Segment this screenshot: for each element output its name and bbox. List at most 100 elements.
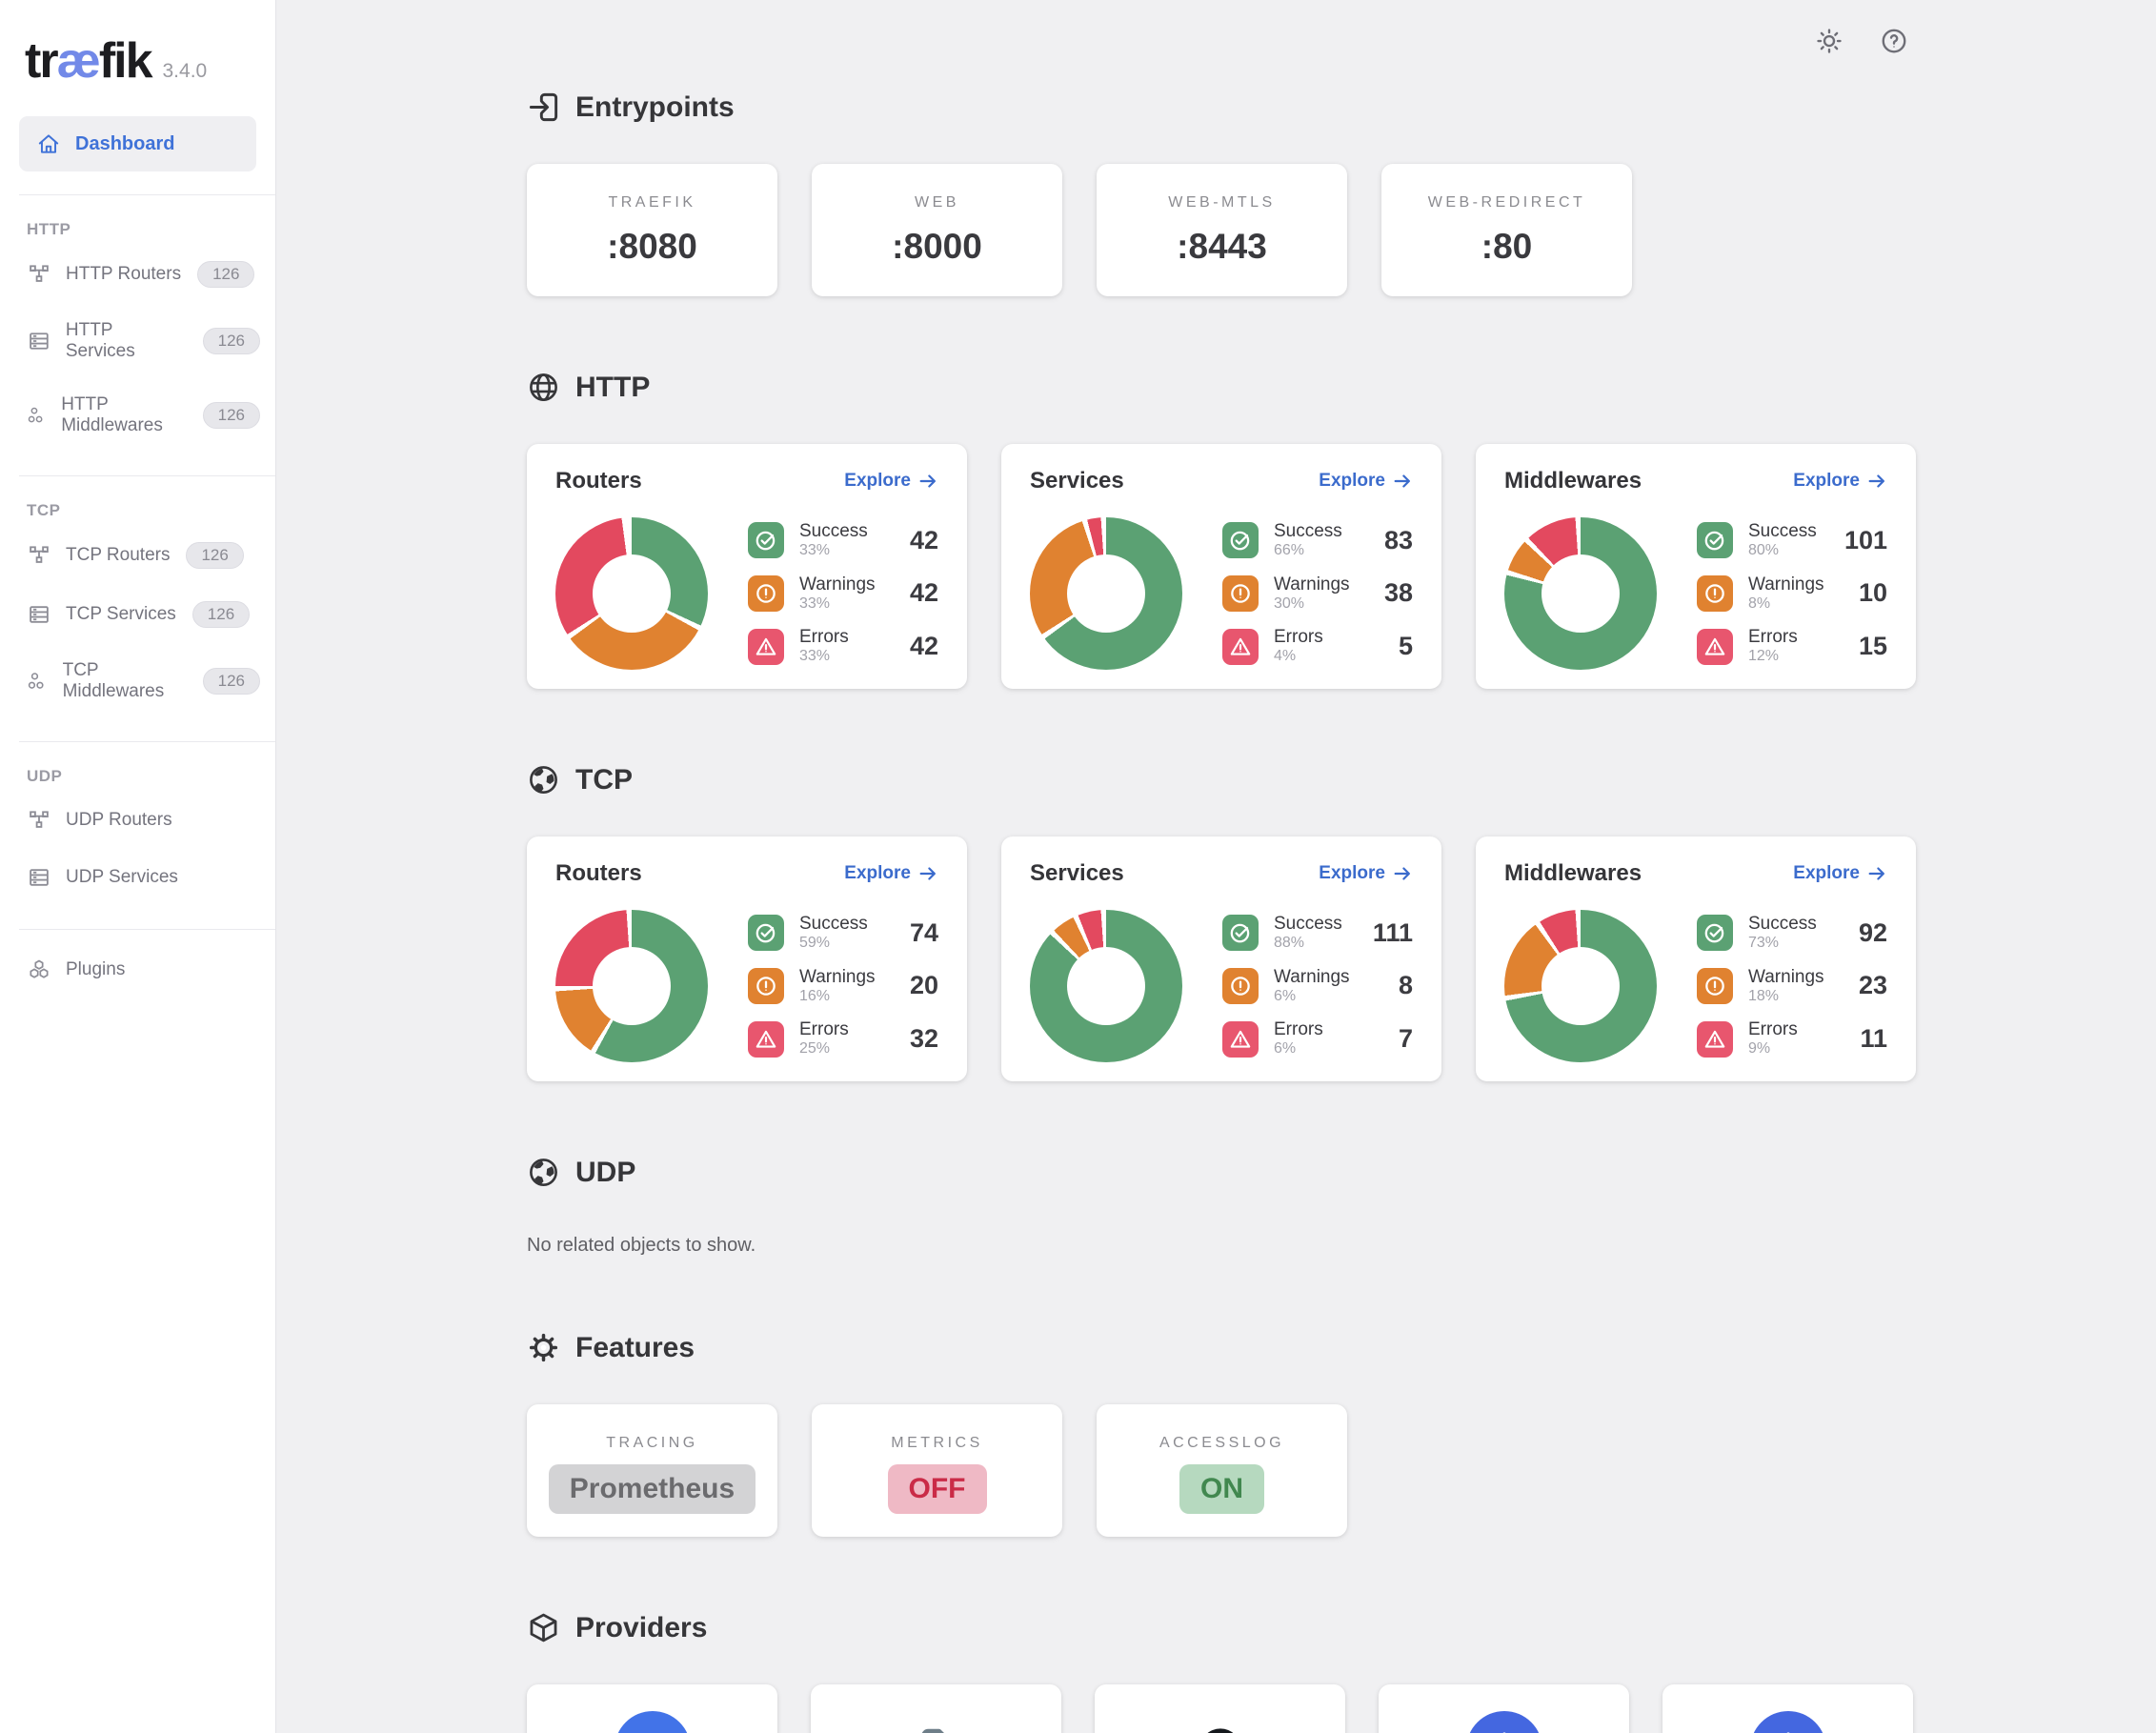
stat-errors: Errors33% 42 [748,628,938,665]
sidebar-item-dashboard[interactable]: Dashboard [19,116,256,171]
sidebar-item-tcp-services[interactable]: TCP Services 126 [0,585,275,644]
sidebar-item-label: Dashboard [75,133,174,155]
error-icon [1222,1021,1259,1058]
section-title: Providers [575,1612,707,1644]
stat-value: 10 [1859,578,1887,608]
stat-warnings: Warnings8% 10 [1697,575,1887,613]
success-icon [1697,915,1733,951]
sidebar-item-label: UDP Routers [66,810,172,831]
count-badge: 126 [186,542,243,569]
entrypoint-card-traefik: TRAEFIK :8080 [527,164,777,296]
feature-name: TRACING [527,1435,777,1452]
service-icon [27,865,51,890]
stat-value: 20 [910,971,938,1000]
feature-name: METRICS [812,1435,1062,1452]
entrypoint-port: :8000 [812,227,1062,267]
success-icon [1697,522,1733,558]
kubernetes-icon [1750,1711,1826,1733]
sidebar-section-udp: UDP [0,742,275,792]
entrypoint-name: WEB-REDIRECT [1381,194,1632,212]
stat-value: 42 [910,578,938,608]
sidebar-item-plugins[interactable]: Plugins [0,941,275,998]
warning-icon [748,968,784,1004]
stat-value: 74 [910,918,938,948]
service-icon [27,329,51,353]
sidebar-item-label: HTTP Services [66,320,187,362]
error-icon [748,629,784,665]
arrow-right-icon [1866,471,1887,492]
help-icon[interactable] [1880,27,1908,55]
feature-card-metrics: METRICS OFF [812,1404,1062,1537]
explore-link[interactable]: Explore [844,863,938,884]
stat-value: 11 [1860,1024,1887,1054]
tcp-cards-row: Routers Explore Success59% 74 Warnings16… [527,836,2156,1081]
feature-value-badge: ON [1179,1464,1264,1514]
sidebar-item-udp-routers[interactable]: UDP Routers [0,792,275,849]
login-icon [527,91,560,124]
tcp-heading: TCP [527,763,2156,796]
donut-chart [1030,910,1182,1062]
explore-link[interactable]: Explore [1793,471,1887,492]
stat-value: 7 [1399,1024,1413,1054]
donut-hole [1067,554,1145,633]
donut-hole [593,554,671,633]
donut-chart [555,517,708,670]
sidebar-section-http: HTTP [0,195,275,245]
explore-link[interactable]: Explore [844,471,938,492]
card-title: Routers [555,860,642,887]
feature-name: ACCESSLOG [1097,1435,1347,1452]
stat-errors: Errors4% 5 [1222,628,1413,665]
http-middlewares-card: Middlewares Explore Success80% 101 Warni… [1476,444,1916,689]
stat-warnings: Warnings33% 42 [748,575,938,613]
sidebar-item-label: UDP Services [66,867,178,888]
theme-toggle-sun-icon[interactable] [1815,27,1844,55]
stat-value: 32 [910,1024,938,1054]
udp-heading: UDP [527,1156,2156,1189]
warning-icon [1222,968,1259,1004]
arrow-right-icon [1392,471,1413,492]
stat-value: 15 [1859,632,1887,661]
tcp-services-card: Services Explore Success88% 111 Warnings… [1001,836,1441,1081]
sidebar-item-tcp-middlewares[interactable]: TCP Middlewares 126 [0,644,275,718]
stat-value: 38 [1384,578,1413,608]
error-icon [1222,629,1259,665]
section-title: HTTP [575,372,650,404]
package-icon [527,1611,560,1644]
explore-link[interactable]: Explore [1793,863,1887,884]
sidebar-item-http-middlewares[interactable]: HTTP Middlewares 126 [0,378,275,453]
feature-card-tracing: TRACING Prometheus [527,1404,777,1537]
warning-icon [748,575,784,612]
donut-hole [593,947,671,1025]
providers-row: Docker File [527,1684,2156,1733]
sidebar-item-tcp-routers[interactable]: TCP Routers 126 [0,526,275,585]
stat-value: 111 [1373,918,1413,948]
count-badge: 126 [203,402,260,429]
sidebar-item-http-services[interactable]: HTTP Services 126 [0,304,275,378]
section-title: Features [575,1332,695,1364]
explore-link[interactable]: Explore [1319,863,1413,884]
success-icon [1222,522,1259,558]
middleware-icon [27,403,47,428]
entrypoint-port: :8443 [1097,227,1347,267]
provider-card-kubernetes-crd: KubernetesCRD [1662,1684,1913,1733]
sidebar-item-http-routers[interactable]: HTTP Routers 126 [0,245,275,304]
sidebar-item-udp-services[interactable]: UDP Services [0,849,275,906]
stat-warnings: Warnings18% 23 [1697,968,1887,1005]
feature-value-badge: Prometheus [549,1464,756,1514]
stat-value: 8 [1399,971,1413,1000]
globe-icon [527,371,560,404]
arrow-right-icon [1866,863,1887,884]
logo-text: træfik [25,32,151,90]
stat-value: 42 [910,632,938,661]
sidebar-item-label: TCP Routers [66,545,170,566]
donut-hole [1541,554,1620,633]
section-title: Entrypoints [575,91,735,124]
entrypoint-name: WEB-MTLS [1097,194,1347,212]
world-icon [527,1156,560,1189]
stat-errors: Errors25% 32 [748,1020,938,1058]
success-icon [748,522,784,558]
entrypoint-name: TRAEFIK [527,194,777,212]
entrypoint-card-web-redirect: WEB-REDIRECT :80 [1381,164,1632,296]
warning-icon [1697,968,1733,1004]
explore-link[interactable]: Explore [1319,471,1413,492]
